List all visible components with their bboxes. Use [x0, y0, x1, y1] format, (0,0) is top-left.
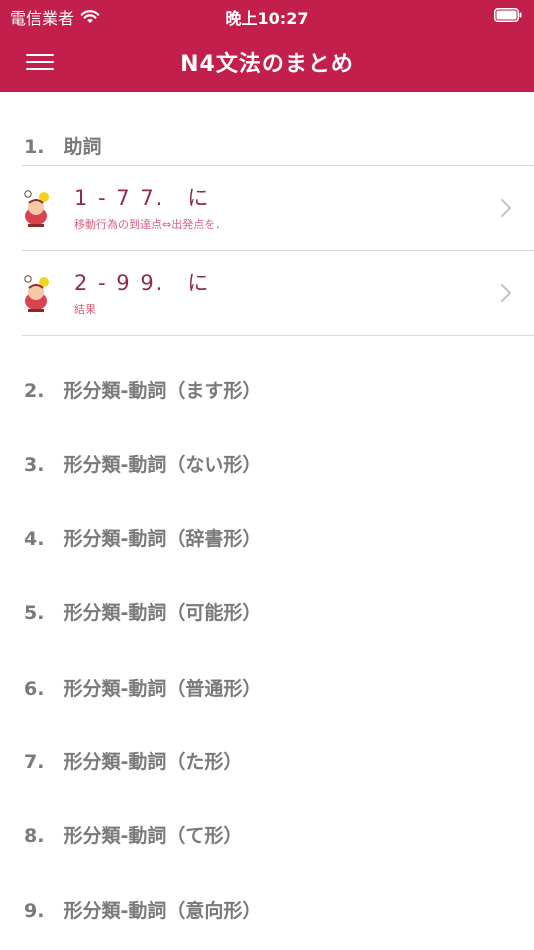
divider: [22, 335, 534, 336]
item-subtitle: 移動行為の到達点⇔出発点を．: [74, 218, 227, 231]
section-header-9[interactable]: 9. 形分類-動詞（意向形）: [24, 896, 261, 923]
section-header-4[interactable]: 4. 形分類-動詞（辞書形）: [24, 524, 261, 551]
item-subtitle: 結果: [74, 303, 96, 316]
status-bar: 電信業者 晚上10:27: [0, 0, 534, 30]
section-header-7[interactable]: 7. 形分類-動詞（た形）: [24, 747, 242, 774]
status-time: 晚上10:27: [225, 9, 309, 28]
section-header-6[interactable]: 6. 形分類-動詞（普通形）: [24, 674, 261, 701]
section-header-5[interactable]: 5. 形分類-動詞（可能形）: [24, 598, 261, 625]
battery-icon: [494, 8, 522, 22]
list-item[interactable]: 2 - 9 9. に 結果: [0, 251, 534, 335]
item-title: 2 - 9 9. に: [74, 271, 211, 295]
app-header: 電信業者 晚上10:27 N4文法のまとめ: [0, 0, 534, 92]
chevron-right-icon: [501, 199, 511, 217]
list-item[interactable]: 1 - 7 7. に 移動行為の到達点⇔出発点を．: [0, 166, 534, 250]
navigation-bar: N4文法のまとめ: [0, 38, 534, 84]
item-title: 1 - 7 7. に: [74, 186, 211, 210]
section-header-1[interactable]: 1. 助詞: [24, 132, 101, 159]
character-avatar-icon: [24, 190, 49, 227]
section-header-3[interactable]: 3. 形分類-動詞（ない形）: [24, 450, 261, 477]
page-title: N4文法のまとめ: [180, 52, 354, 77]
section-header-8[interactable]: 8. 形分類-動詞（て形）: [24, 821, 242, 848]
character-avatar-icon: [24, 275, 49, 312]
chevron-right-icon: [501, 284, 511, 302]
section-header-2[interactable]: 2. 形分類-動詞（ます形）: [24, 376, 261, 403]
